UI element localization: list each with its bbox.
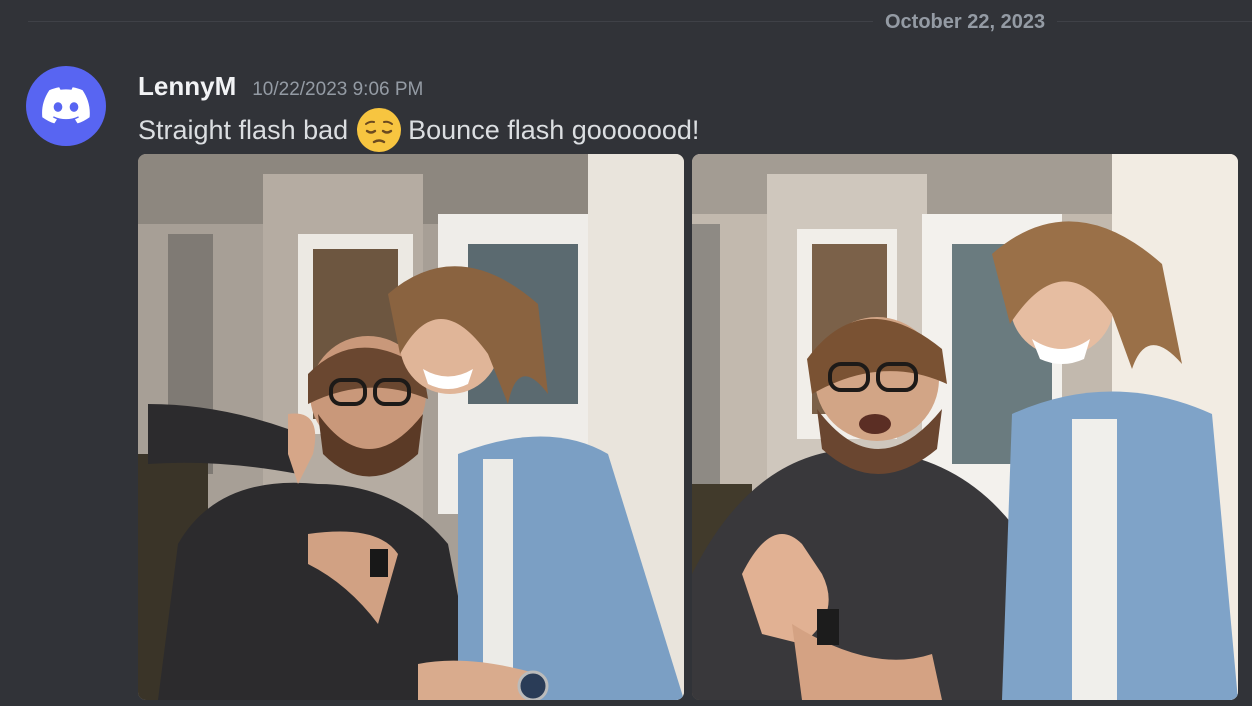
pensive-face-emoji[interactable]: [356, 107, 402, 153]
avatar[interactable]: [26, 66, 106, 146]
message-text-after: Bounce flash gooooood!: [408, 115, 700, 145]
bounce-flash-photo[interactable]: [692, 154, 1238, 700]
timestamp[interactable]: 10/22/2023 9:06 PM: [252, 74, 423, 106]
discord-logo-icon: [42, 87, 90, 124]
message-content: Straight flash bad Bounce flash gooooood…: [138, 107, 700, 153]
divider-date: October 22, 2023: [873, 10, 1058, 34]
message-header: LennyM 10/22/2023 9:06 PM: [138, 70, 423, 104]
message-text-before: Straight flash bad: [138, 115, 349, 145]
straight-flash-photo[interactable]: [138, 154, 684, 700]
username[interactable]: LennyM: [138, 70, 236, 102]
date-divider: October 22, 2023: [28, 0, 1252, 44]
chat-message[interactable]: LennyM 10/22/2023 9:06 PM Straight flash…: [0, 60, 1252, 706]
divider-line: [28, 21, 1252, 22]
image-attachments: [138, 154, 1238, 700]
